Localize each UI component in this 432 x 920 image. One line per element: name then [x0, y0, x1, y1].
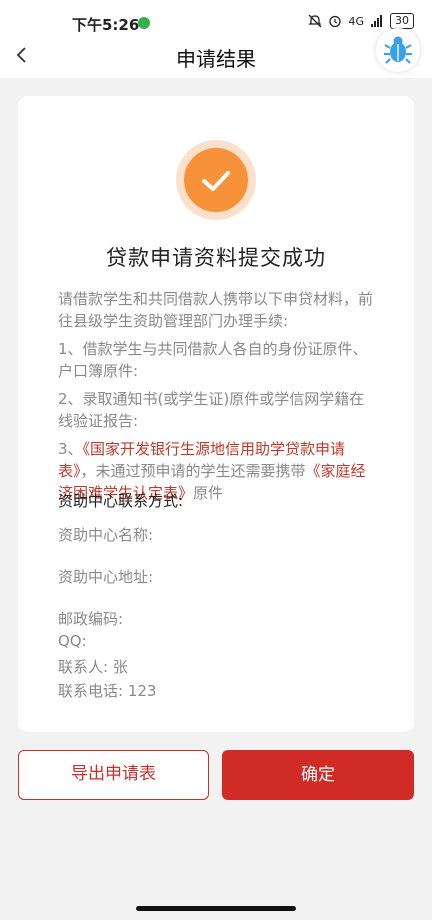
contact-center-address: 资助中心地址: [58, 568, 154, 586]
status-indicators: 4G 30 [308, 13, 414, 29]
contact-qq: QQ: [58, 632, 87, 650]
contact-phone: 联系电话: 123 [58, 682, 157, 700]
status-time: 下午5:26 [72, 16, 140, 34]
instructions-item-2: 2、录取通知书(或学生证)原件或学信网学籍在线验证报告: [58, 390, 365, 430]
check-icon [202, 171, 230, 191]
nav-bar: 申请结果 [0, 28, 432, 78]
contact-heading: 资助中心联系方式: [58, 492, 184, 510]
network-type: 4G [348, 14, 364, 28]
mute-icon [308, 14, 323, 28]
battery-indicator: 30 [390, 13, 414, 29]
home-indicator[interactable] [136, 906, 296, 911]
wechat-notification-icon [138, 17, 150, 29]
alarm-icon [329, 15, 342, 28]
contact-postcode: 邮政编码: [58, 610, 124, 628]
page-title: 申请结果 [176, 47, 256, 71]
bug-icon [384, 36, 412, 64]
signal-icon [371, 15, 382, 27]
instructions-item-1: 1、借款学生与共同借款人各自的身份证原件、户口簿原件: [58, 340, 368, 380]
contact-person: 联系人: 张 [58, 658, 128, 676]
instructions: 请借款学生和共同借款人携带以下申贷材料，前往县级学生资助管理部门办理手续: 1、… [58, 288, 376, 510]
contact-center-name: 资助中心名称: [58, 526, 154, 544]
instructions-intro: 请借款学生和共同借款人携带以下申贷材料，前往县级学生资助管理部门办理手续: [58, 290, 374, 330]
debug-float-button[interactable] [376, 28, 420, 72]
success-title: 贷款申请资料提交成功 [106, 246, 326, 270]
result-card: 贷款申请资料提交成功 请借款学生和共同借款人携带以下申贷材料，前往县级学生资助管… [18, 96, 414, 732]
success-badge [176, 140, 256, 220]
confirm-button[interactable]: 确定 [222, 750, 414, 800]
export-application-button[interactable]: 导出申请表 [18, 750, 209, 800]
